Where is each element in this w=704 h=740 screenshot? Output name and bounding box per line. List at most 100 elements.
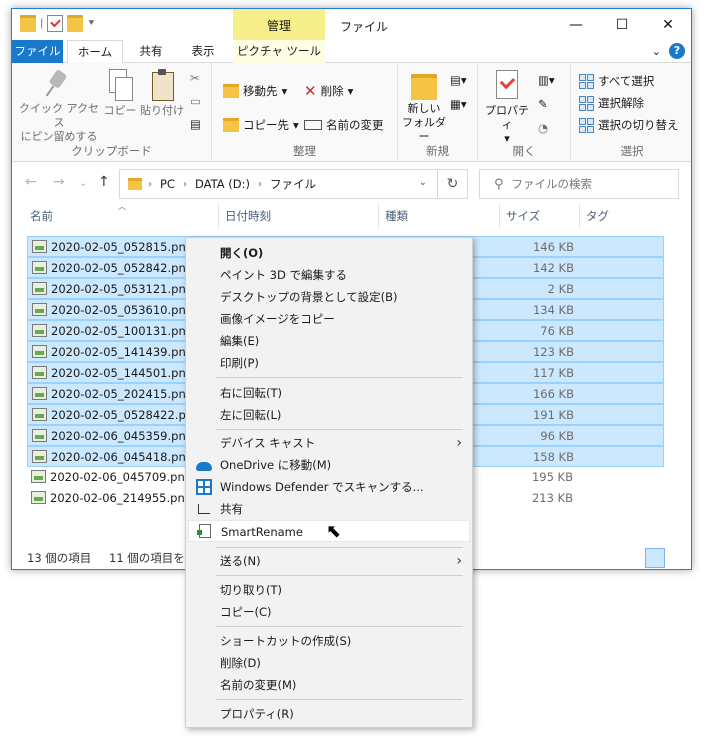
copy-path-icon[interactable]: ▭ (190, 94, 201, 108)
mouse-pointer-icon: ⬉ (326, 521, 342, 542)
invert-selection-button[interactable]: 選択の切り替え (579, 117, 679, 133)
menu-item-share[interactable]: 共有 (186, 498, 472, 520)
properties-button[interactable]: プロパティ ▾ (484, 69, 530, 146)
new-folder-icon[interactable] (67, 15, 84, 32)
column-header-tag[interactable]: タグ (586, 208, 609, 228)
pin-to-quick-access-button[interactable]: クイック アクセス にピン留めする (18, 69, 100, 144)
address-bar[interactable]: › PC › DATA (D:) › ファイル ⌄ (119, 169, 468, 199)
menu-item-share-label: 共有 (220, 502, 243, 516)
menu-item-cast-label: デバイス キャスト (220, 436, 316, 450)
menu-item-rotate-left[interactable]: 左に回転(L) (186, 404, 472, 426)
delete-button[interactable]: ✕ 削除 ▾ (304, 83, 353, 99)
help-icon[interactable]: ? (669, 43, 685, 59)
invert-selection-icon (579, 117, 594, 133)
search-box[interactable]: ⚲ ファイルの検索 (479, 169, 679, 199)
open-icon[interactable]: ▥▾ (538, 73, 555, 87)
cut-icon[interactable]: ✂ (190, 71, 200, 85)
copy-to-icon (223, 118, 239, 132)
dropdown-arrow-icon: ▾ (293, 118, 299, 132)
refresh-icon[interactable]: ↻ (437, 169, 467, 199)
menu-item-copy[interactable]: コピー(C) (186, 601, 472, 623)
menu-item-properties[interactable]: プロパティ(R) (186, 703, 472, 725)
rename-icon (304, 120, 322, 130)
paste-shortcut-icon[interactable]: ▤ (190, 117, 201, 131)
tab-file[interactable]: ファイル (12, 40, 63, 63)
file-size: 213 KB (531, 491, 573, 505)
menu-separator (216, 547, 463, 548)
easy-access-icon[interactable]: ▦▾ (450, 97, 467, 111)
tab-picture-tools[interactable]: ピクチャ ツール (233, 40, 325, 63)
breadcrumb-chevron-icon[interactable]: › (183, 179, 187, 190)
menu-item-send-to[interactable]: 送る(N) › (186, 550, 472, 572)
column-header-type[interactable]: 種類 (385, 208, 408, 228)
file-name: 2020-02-05_053121.png (51, 282, 194, 296)
menu-item-set-background[interactable]: デスクトップの背景として設定(B) (186, 286, 472, 308)
large-icons-view-icon[interactable] (667, 548, 687, 568)
column-header-size[interactable]: サイズ (506, 208, 540, 228)
menu-item-rename[interactable]: 名前の変更(M) (186, 674, 472, 696)
quick-access-toolbar: | ⯆ (20, 15, 95, 32)
context-tab-header: 管理 (233, 9, 325, 40)
forward-arrow-icon[interactable]: → (53, 174, 65, 190)
menu-item-paint3d[interactable]: ペイント 3D で編集する (186, 264, 472, 286)
sort-ascending-icon: ︿ (118, 202, 126, 211)
menu-item-copy-image[interactable]: 画像イメージをコピー (186, 308, 472, 330)
new-item-icon[interactable]: ▤▾ (450, 73, 467, 87)
breadcrumb-pc[interactable]: PC (160, 177, 175, 191)
paste-icon (149, 69, 175, 101)
column-divider[interactable] (218, 204, 219, 228)
new-folder-label-line1: 新しい (407, 102, 441, 115)
properties-icon (492, 69, 522, 101)
breadcrumb-chevron-icon[interactable]: › (148, 179, 152, 190)
menu-item-cut[interactable]: 切り取り(T) (186, 579, 472, 601)
up-arrow-icon[interactable]: ↑ (98, 174, 110, 190)
tab-share[interactable]: 共有 (130, 40, 172, 63)
address-dropdown-icon[interactable]: ⌄ (419, 177, 427, 188)
copy-button[interactable]: コピー (103, 69, 137, 118)
file-name: 2020-02-06_045709.png (50, 470, 193, 484)
menu-item-edit[interactable]: 編集(E) (186, 330, 472, 352)
menu-item-print[interactable]: 印刷(P) (186, 352, 472, 374)
paste-button[interactable]: 貼り付け (140, 69, 184, 118)
copy-to-label: コピー先 (243, 118, 289, 132)
history-icon[interactable]: ◔ (538, 121, 548, 135)
select-all-button[interactable]: すべて選択 (579, 73, 654, 89)
recent-locations-icon[interactable]: ⌄ (79, 178, 87, 189)
copy-to-button[interactable]: コピー先 ▾ (223, 117, 299, 133)
breadcrumb-chevron-icon[interactable]: › (258, 179, 262, 190)
column-divider[interactable] (378, 204, 379, 228)
menu-item-rotate-right[interactable]: 右に回転(T) (186, 382, 472, 404)
minimize-button[interactable]: — (553, 9, 599, 40)
menu-item-open[interactable]: 開く(O) (186, 242, 472, 264)
properties-icon[interactable] (47, 15, 64, 32)
menu-item-onedrive[interactable]: OneDrive に移動(M) (186, 454, 472, 476)
rename-button[interactable]: 名前の変更 (304, 117, 384, 133)
column-divider[interactable] (579, 204, 580, 228)
menu-item-delete[interactable]: 削除(D) (186, 652, 472, 674)
new-folder-button[interactable]: 新しい フォルダー (402, 69, 446, 144)
maximize-button[interactable]: ☐ (599, 9, 645, 40)
customize-qat-icon[interactable]: ⯆ (87, 18, 95, 29)
menu-item-cast[interactable]: デバイス キャスト › (186, 432, 472, 454)
details-view-icon[interactable] (645, 548, 665, 568)
column-header-date[interactable]: 日付時刻 (225, 208, 271, 228)
back-arrow-icon[interactable]: ← (25, 174, 37, 190)
collapse-ribbon-icon[interactable]: ⌄ (652, 45, 661, 58)
menu-separator (216, 575, 463, 576)
new-folder-icon (409, 69, 439, 100)
select-none-button[interactable]: 選択解除 (579, 95, 644, 111)
column-header-name[interactable]: 名前 (30, 208, 53, 228)
ribbon-tabs: ファイル ホーム 共有 表示 ピクチャ ツール ⌄ ? (12, 40, 691, 64)
move-to-button[interactable]: 移動先 ▾ (223, 83, 287, 99)
edit-icon[interactable]: ✎ (538, 97, 548, 111)
menu-item-defender[interactable]: Windows Defender でスキャンする... (186, 476, 472, 498)
menu-item-create-shortcut[interactable]: ショートカットの作成(S) (186, 630, 472, 652)
breadcrumb-folder[interactable]: ファイル (270, 176, 316, 192)
tab-view[interactable]: 表示 (182, 40, 224, 63)
file-name: 2020-02-05_202415.png (51, 387, 194, 401)
column-divider[interactable] (499, 204, 500, 228)
tab-home[interactable]: ホーム (67, 40, 123, 64)
breadcrumb-drive[interactable]: DATA (D:) (195, 177, 250, 191)
close-button[interactable]: ✕ (645, 9, 691, 40)
file-size: 134 KB (532, 303, 574, 317)
